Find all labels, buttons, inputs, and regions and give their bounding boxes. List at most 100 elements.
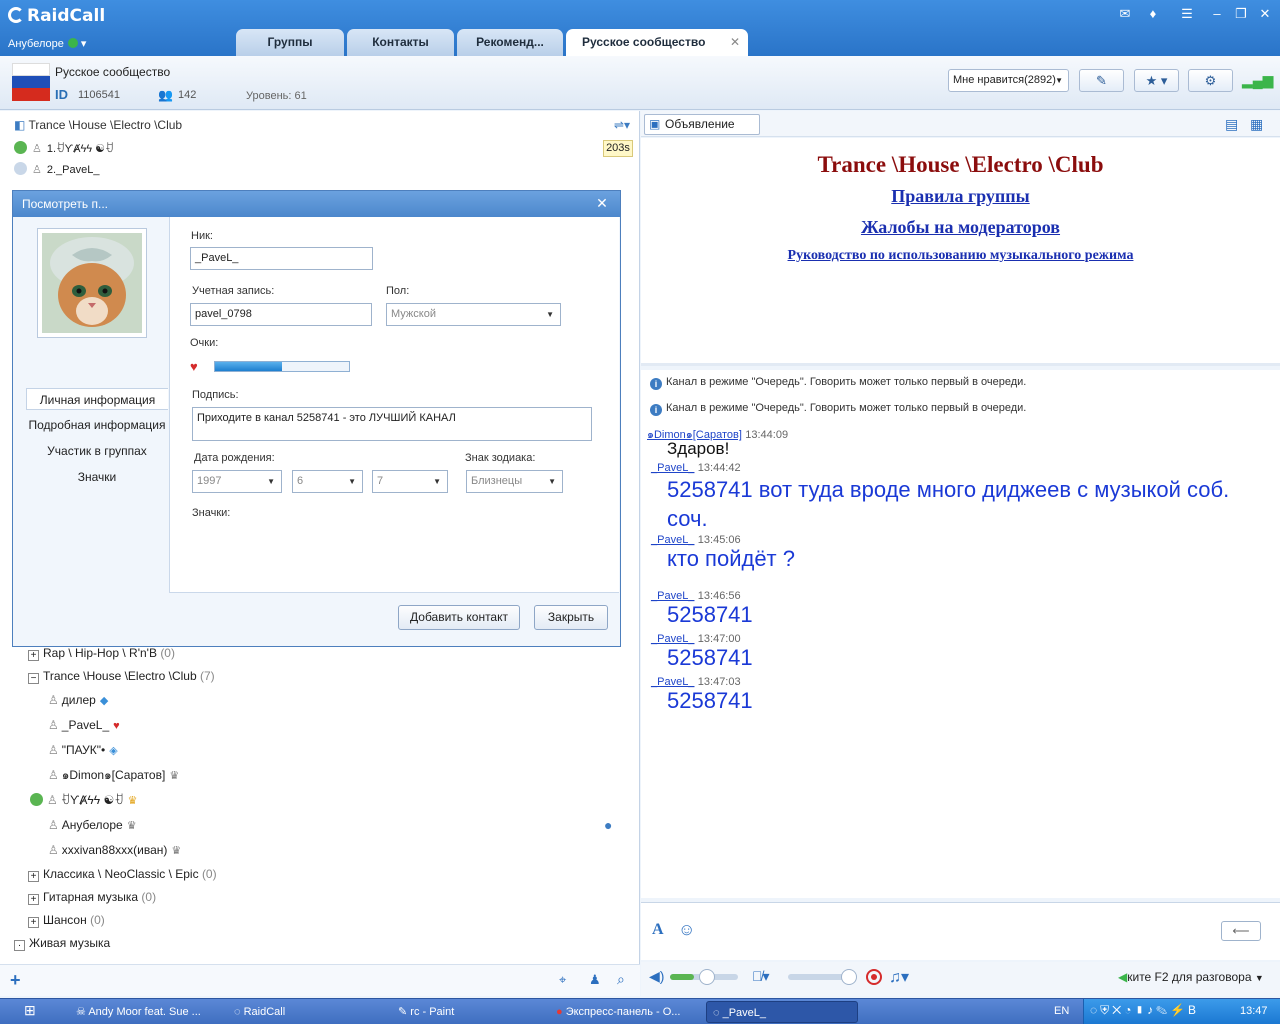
favorite-button[interactable]: ★ ▾ [1134,69,1179,92]
location-pin-icon[interactable]: ● [604,817,612,833]
shirt-icon[interactable]: ♦ [1144,6,1162,22]
close-window-button[interactable]: ✕ [1256,6,1274,22]
taskbar-item[interactable]: ● Экспресс-панель - О... [550,1001,698,1023]
chevron-down-icon[interactable]: ▾ [81,38,87,50]
tree-channel-rap[interactable]: + Rap \ Hip-Hop \ R'n'B (0) [28,644,175,662]
taskbar-item[interactable]: ◌ RaidCall [228,1001,378,1023]
collapse-icon[interactable]: − [28,673,39,684]
music-mode-guide-link[interactable]: Руководство по использованию музыкальног… [641,248,1280,264]
expand-icon[interactable]: + [28,894,39,905]
message-input[interactable] [641,902,1280,960]
message-nick[interactable]: _PaveL_ [651,462,694,474]
record-icon[interactable] [866,969,882,985]
expand-icon[interactable]: + [28,871,39,882]
language-indicator[interactable]: EN [1054,1005,1069,1017]
expand-icon[interactable]: · [14,940,25,951]
mic-slider-handle[interactable] [841,969,857,985]
chevron-down-icon: ▼ [546,310,554,319]
search-icon[interactable]: ⌕ [617,971,625,988]
tree-channel-classic[interactable]: + Классика \ NeoClassic \ Epic (0) [28,865,217,883]
tray-icons[interactable]: ◌⛨✕◔▮♪✎⚡B [1090,1003,1199,1018]
birth-year-select[interactable]: 1997 ▼ [192,470,282,493]
birth-day-select[interactable]: 7 ▼ [372,470,448,493]
add-channel-icon[interactable]: + [10,970,21,991]
user-icon: ♙ [48,843,59,857]
volume-icon[interactable]: ◀) [649,968,664,985]
taskbar-item[interactable]: ☠ Andy Moor feat. Sue ... [70,1001,216,1023]
microphone-muted-icon[interactable]: 🎙̸▾ [752,968,770,985]
user-status[interactable]: Анубелоре ▾ [8,37,86,50]
user-icon[interactable]: ♟ [589,972,601,988]
layout-icon[interactable]: ▤ [1225,116,1238,133]
tree-channel-trance[interactable]: − Trance \House \Electro \Club (7) [28,667,215,685]
push-to-talk-hint[interactable]: ◀ките F2 для разговора ▼ [1118,970,1264,984]
expand-icon[interactable]: + [28,917,39,928]
like-dropdown[interactable]: Мне нравится(2892) ▼ [948,69,1069,92]
minimize-button[interactable]: – [1208,6,1226,22]
tree-channel-live[interactable]: · Живая музыка [14,934,110,952]
emoji-icon[interactable]: ☺ [678,920,695,940]
mail-icon[interactable]: ✉ [1116,6,1134,22]
message-nick[interactable]: _PaveL_ [651,534,694,546]
nav-personal-info[interactable]: Личная информация [26,388,168,410]
volume-slider-handle[interactable] [699,969,715,985]
message-nick[interactable]: _PaveL_ [651,676,694,688]
nav-label: Участик в группах [47,444,147,458]
user-name: ꀀƳȺϟϟ ☯ꀀ [60,793,124,807]
location-icon[interactable]: ⌖ [559,972,566,988]
tab-recommended[interactable]: Рекоменд... [457,29,563,56]
message-nick[interactable]: _PaveL_ [651,633,694,645]
font-style-icon[interactable]: A [652,921,664,939]
music-note-icon[interactable]: ♫▾ [889,967,909,987]
nav-group-membership[interactable]: Участик в группах [26,440,168,462]
chevron-down-icon: ▼ [548,477,556,486]
start-icon[interactable]: ⊞ [24,1002,36,1019]
user-name: _PaveL_ [61,718,110,732]
nav-detailed-info[interactable]: Подробная информация [26,414,168,436]
queue-item[interactable]: ♙ 2._PaveL_ [10,160,632,180]
tab-contacts[interactable]: Контакты [347,29,454,56]
rules-link[interactable]: Правила группы [641,186,1280,207]
announcement-button[interactable]: ▣ Объявление [644,114,760,135]
taskbar-item[interactable]: ✎ rc - Paint [392,1001,542,1023]
close-tab-icon[interactable]: ✕ [730,29,740,56]
tree-channel-chanson[interactable]: + Шансон (0) [28,911,105,929]
app-logo: RaidCall [8,6,105,26]
tree-user[interactable]: ♙ xxxivan88xxx(иван) ♛ [48,841,181,859]
gender-select[interactable]: Мужской ▼ [386,303,561,326]
channel-settings-button[interactable]: ⚙ [1188,69,1233,92]
tree-user[interactable]: ♙ Анубелоре ♛ [48,816,137,834]
account-label: Учетная запись: [192,285,275,297]
account-field[interactable]: pavel_0798 [190,303,372,326]
tree-user[interactable]: ♙ дилер ◆ [48,691,108,709]
zodiac-select[interactable]: Близнецы ▼ [466,470,563,493]
tree-user[interactable]: ♙ ꀀƳȺϟϟ ☯ꀀ ♛ [30,791,137,809]
tree-user[interactable]: ♙ "ПАУК"• ◈ [48,741,118,759]
queue-mode-icon[interactable]: ⇌▾ [614,114,630,136]
send-button[interactable]: ⟵ [1221,921,1261,941]
queue-item[interactable]: ♙ 1.ꀀƳȺϟϟ ☯ꀀ [10,139,632,159]
dialog-close-icon[interactable]: ✕ [594,195,610,211]
edit-profile-button[interactable]: ✎ [1079,69,1124,92]
nick-field[interactable]: _PaveL_ [190,247,373,270]
moderator-complaints-link[interactable]: Жалобы на модераторов [641,217,1280,238]
tab-groups[interactable]: Группы [236,29,344,56]
tree-user[interactable]: ♙ ๑Dimon๑[Саратов] ♛ [48,766,179,784]
restore-button[interactable]: ❐ [1232,6,1250,22]
diamond-badge-icon: ◆ [99,695,109,707]
tree-channel-guitar[interactable]: + Гитарная музыка (0) [28,888,156,906]
points-bar [214,361,350,372]
tree-user[interactable]: ♙ _PaveL_ ♥ [48,716,120,734]
message-nick[interactable]: _PaveL_ [651,590,694,602]
add-contact-button[interactable]: Добавить контакт [398,605,520,630]
nav-badges[interactable]: Значки [26,466,168,488]
close-dialog-button[interactable]: Закрыть [534,605,608,630]
tab-russian-community[interactable]: Русское сообщество ✕ [566,29,748,56]
birth-month-select[interactable]: 6 ▼ [292,470,363,493]
chat-message-header: _PaveL_ 13:44:42 [651,460,741,474]
taskbar-item-active[interactable]: ◌ _PaveL_ [706,1001,858,1023]
calendar-icon[interactable]: ▦ [1250,116,1263,133]
settings-icon[interactable]: ☰ [1178,6,1196,22]
expand-icon[interactable]: + [28,650,39,661]
signature-field[interactable]: Приходите в канал 5258741 - это ЛУЧШИЙ К… [192,407,592,441]
